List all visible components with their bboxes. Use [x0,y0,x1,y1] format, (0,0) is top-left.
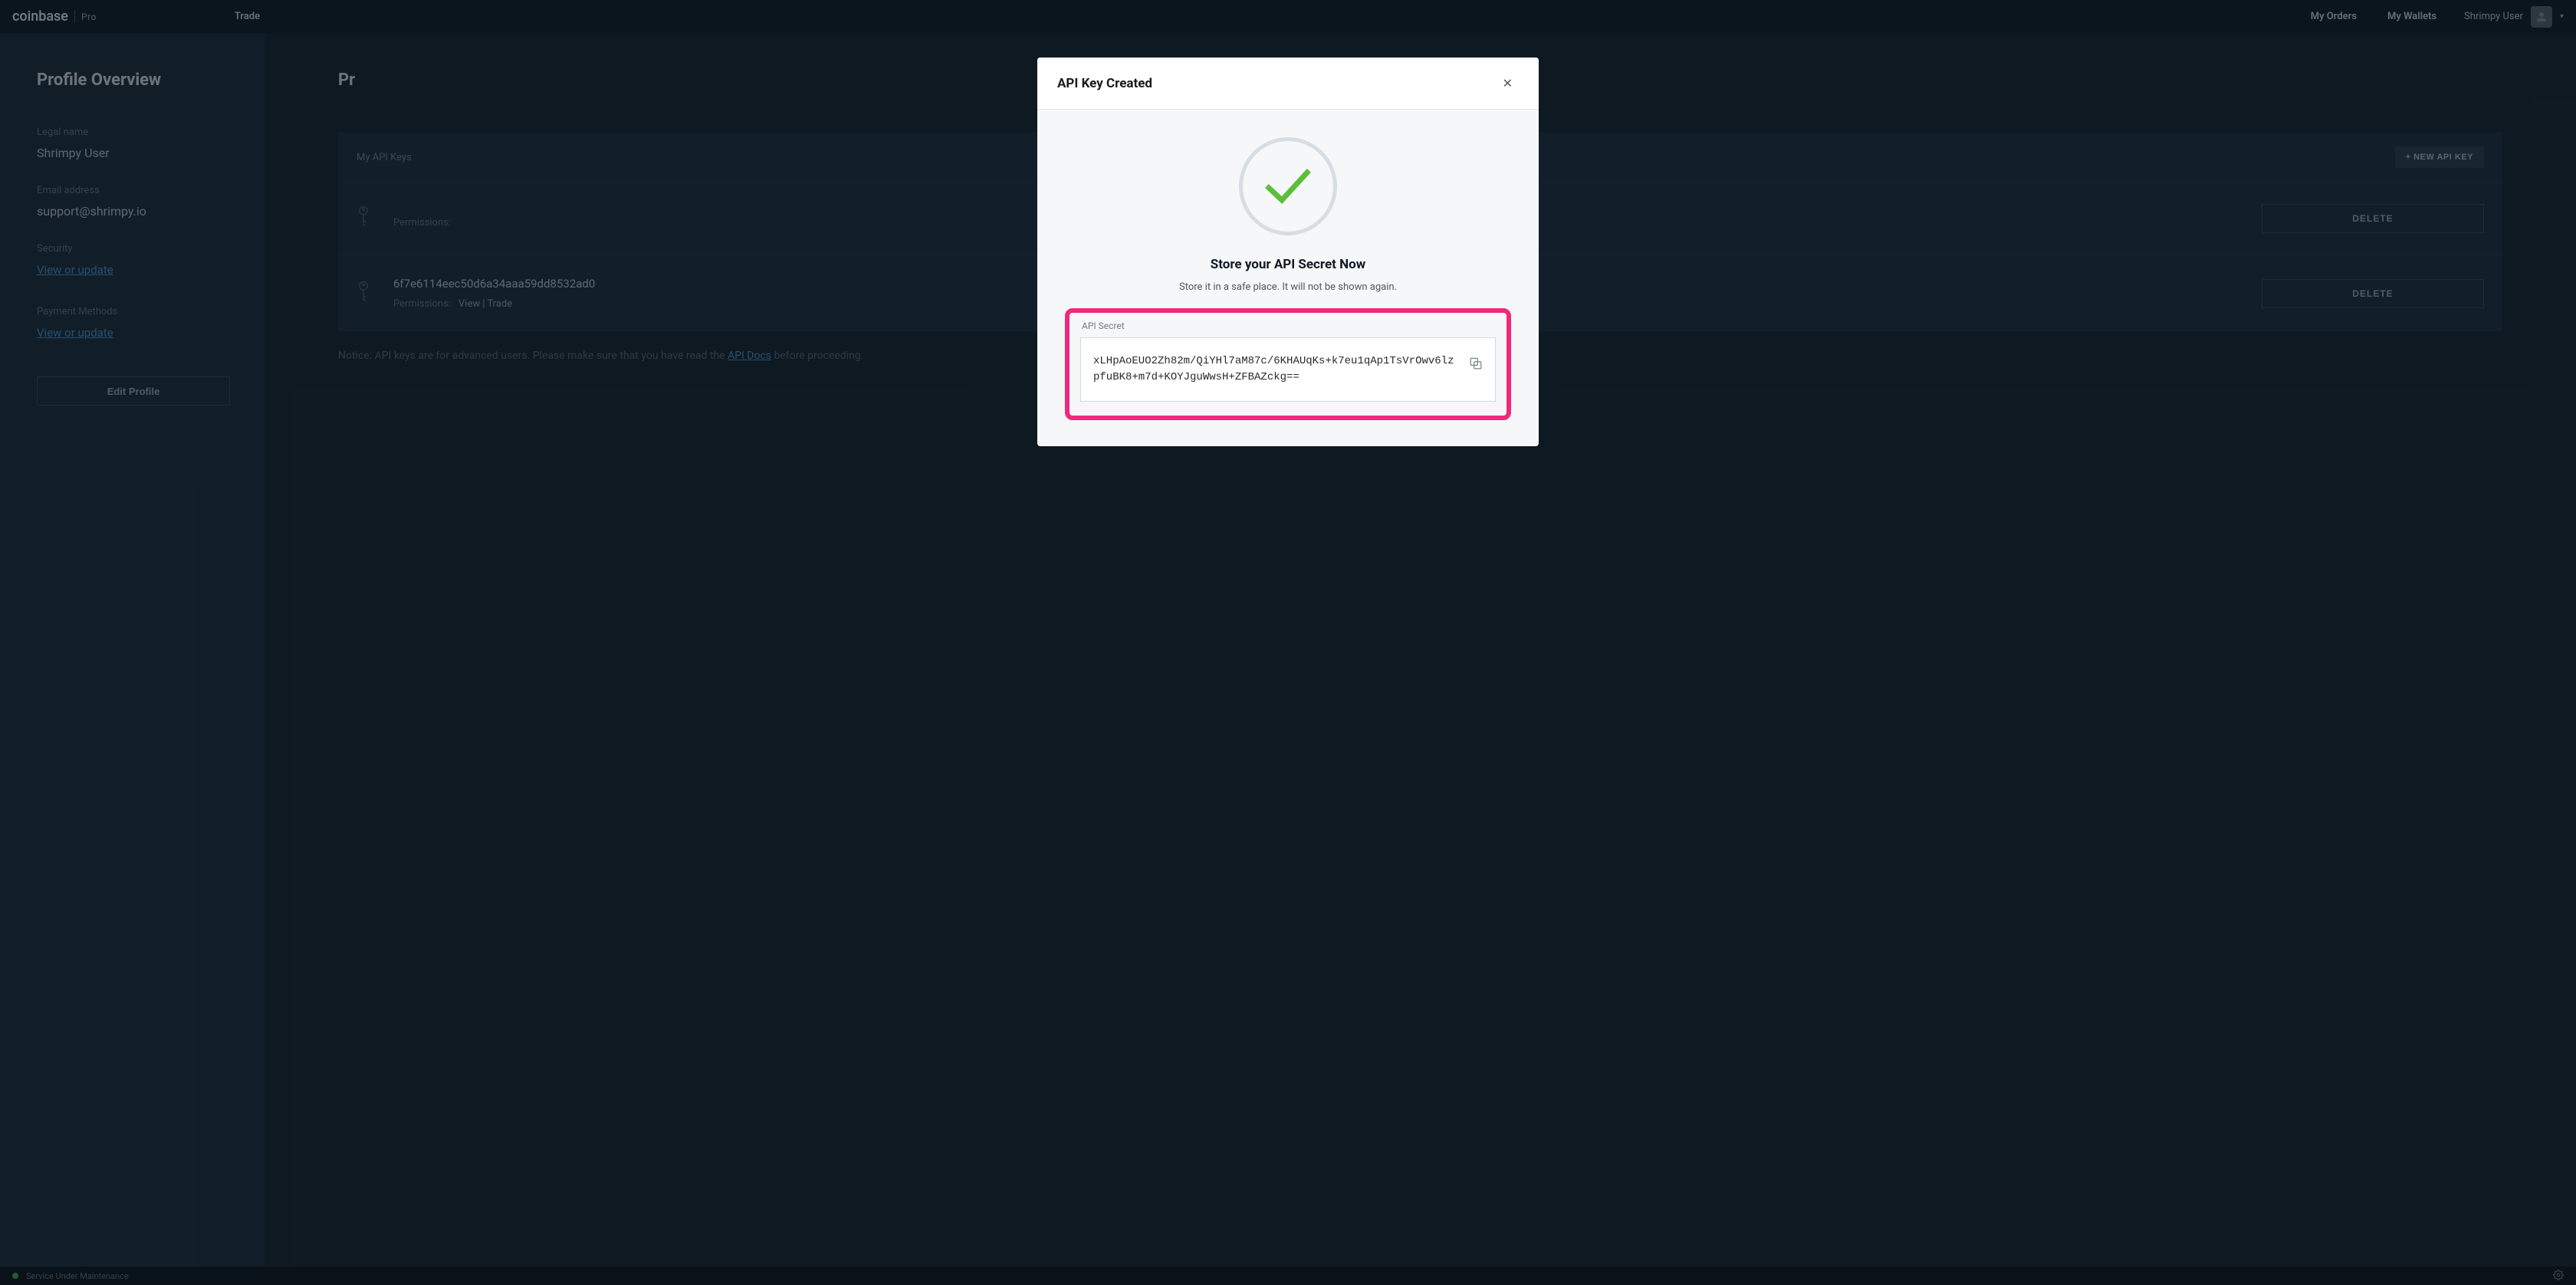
api-secret-label: API Secret [1080,320,1496,331]
api-secret-highlight: API Secret xLHpAoEUO2Zh82m/QiYHl7aM87c/6… [1065,308,1511,420]
success-checkmark-icon [1239,137,1337,235]
api-secret-value[interactable]: xLHpAoEUO2Zh82m/QiYHl7aM87c/6KHAUqKs+k7e… [1093,353,1458,386]
modal-subtitle: Store your API Secret Now [1065,257,1511,272]
modal-hint: Store it in a safe place. It will not be… [1065,281,1511,293]
modal-title: API Key Created [1057,76,1152,91]
copy-icon[interactable] [1469,357,1483,373]
modal-overlay[interactable]: API Key Created ✕ Store your API Secret … [0,0,2576,1285]
close-icon[interactable]: ✕ [1497,73,1519,94]
api-secret-box: xLHpAoEUO2Zh82m/QiYHl7aM87c/6KHAUqKs+k7e… [1080,337,1496,402]
api-key-created-modal: API Key Created ✕ Store your API Secret … [1037,58,1539,446]
